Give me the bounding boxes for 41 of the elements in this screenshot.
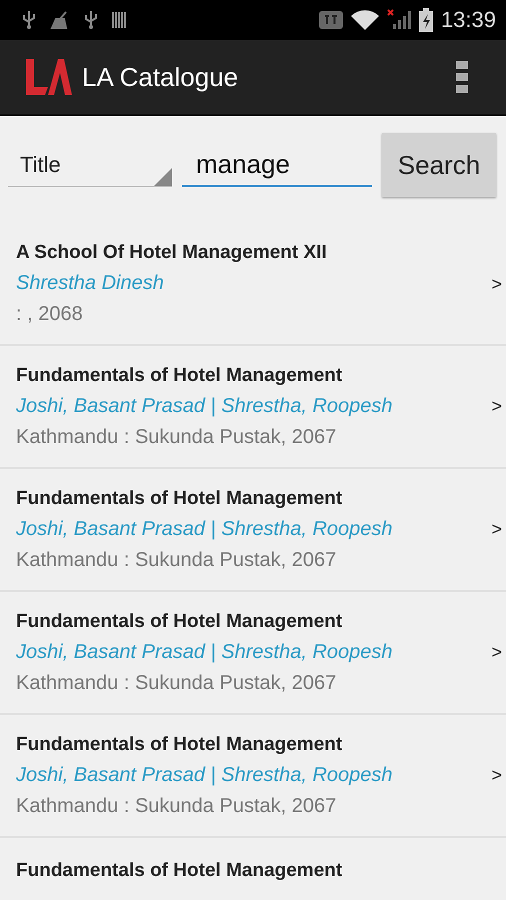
chevron-text: > [491,642,502,663]
usb-icon [22,10,36,30]
book-title: Fundamentals of Hotel Management [16,734,344,756]
book-publisher: Kathmandu : Sukunda Pustak, 2067 [16,426,338,448]
book-authors: Joshi, Basant Prasad | Shrestha, Roopesh [16,764,394,786]
chevron-text: > [491,396,502,417]
search-field[interactable]: manage [182,143,372,187]
barcode-icon [112,11,128,29]
overflow-menu-icon[interactable] [456,61,468,93]
book-title: Fundamentals of Hotel Management [16,364,344,386]
chevron-text: > [491,519,502,540]
dropdown-corner-icon [154,168,172,186]
result-item[interactable]: A School Of Hotel Management XII Shrestha Dinesh : , 2068 > [0,224,506,346]
book-publisher: Kathmandu : Sukunda Pustak, 2067 [16,672,338,694]
logo-icon [24,57,72,97]
book-title: Fundamentals of Hotel Management [16,610,344,632]
result-item[interactable]: Fundamentals of Hotel Management Joshi, Basant Prasad | Shrestha, Roopesh Kathmandu : Sukunda Pustak, 2067 > [0,592,506,715]
app-title: LA Catalogue [82,62,240,92]
result-item[interactable]: Fundamentals of Hotel Management Joshi, Basant Prasad | Shrestha, Roopesh Kathmandu : Sukunda Pustak, 2067 > [0,346,506,469]
clock-time: 13:39 [440,7,496,33]
book-title: A School Of Hotel Management XII [16,242,328,264]
result-item[interactable]: Fundamentals of Hotel Management Joshi, Basant Prasad | Shrestha, Roopesh Kathmandu : Sukunda Pustak, 2067 > [0,469,506,592]
book-title: Fundamentals of Hotel Management [16,860,344,882]
usb-icon [84,10,98,30]
wifi-icon [350,10,379,30]
chevron-text: > [491,274,502,294]
book-authors: Joshi, Basant Prasad | Shrestha, Roopesh [16,394,394,418]
field-type-dropdown[interactable]: Title [8,143,172,187]
result-item[interactable]: Fundamentals of Hotel Management [0,838,506,882]
chevron-text: > [491,765,502,786]
book-publisher: Kathmandu : Sukunda Pustak, 2067 [16,794,338,818]
search-button[interactable]: Search [382,133,496,197]
book-publisher: : , 2068 [16,303,84,326]
book-publisher: Kathmandu : Sukunda Pustak, 2067 [16,548,338,572]
signal-icon [386,9,411,31]
battery-icon [418,8,433,32]
result-item[interactable]: Fundamentals of Hotel Management Joshi, Basant Prasad | Shrestha, Roopesh Kathmandu : Sukunda Pustak, 2067 > [0,715,506,838]
book-authors: Joshi, Basant Prasad | Shrestha, Roopesh [16,640,394,664]
book-title: Fundamentals of Hotel Management [16,488,344,510]
book-authors: Shrestha Dinesh [16,272,165,295]
book-authors: Joshi, Basant Prasad | Shrestha, Roopesh [16,518,394,540]
